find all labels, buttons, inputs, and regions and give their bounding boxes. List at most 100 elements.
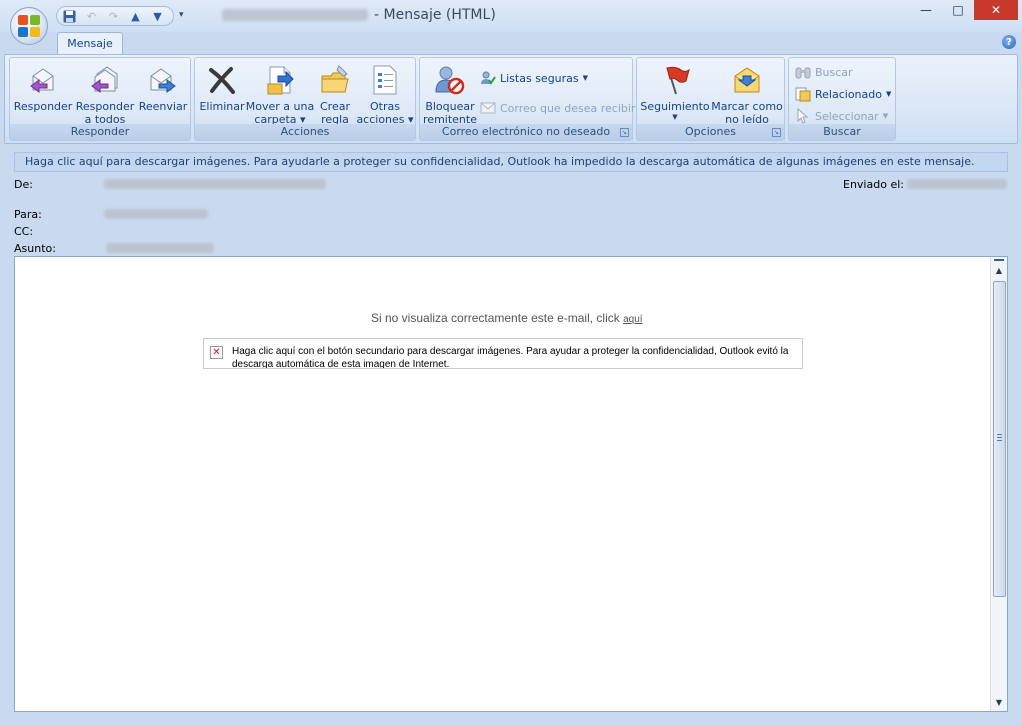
create-rule-icon bbox=[319, 64, 351, 96]
mark-unread-icon bbox=[731, 64, 763, 96]
chevron-down-icon: ▼ bbox=[882, 112, 889, 120]
message-body[interactable]: Si no visualiza correctamente este e-mai… bbox=[14, 256, 1008, 712]
related-icon bbox=[795, 86, 811, 102]
move-to-folder-button[interactable]: Mover a una carpeta ▾ bbox=[246, 60, 314, 126]
office-logo-icon bbox=[18, 15, 40, 37]
ribbon-tab-row: Mensaje ? bbox=[0, 32, 1022, 54]
chevron-down-icon: ▼ bbox=[582, 74, 589, 82]
window-controls: — □ ✕ bbox=[910, 0, 1018, 20]
group-label-buscar: Buscar bbox=[789, 124, 895, 140]
window-title-text: - Mensaje (HTML) bbox=[374, 7, 496, 23]
ribbon: Responder Responder a todos Reenviar Res… bbox=[4, 54, 1018, 144]
save-icon[interactable] bbox=[63, 10, 76, 23]
group-acciones: Eliminar Mover a una carpeta ▾ Crear reg… bbox=[194, 57, 416, 141]
related-button[interactable]: Relacionado ▼ bbox=[795, 86, 891, 102]
group-responder: Responder Responder a todos Reenviar Res… bbox=[9, 57, 191, 141]
split-box[interactable] bbox=[994, 259, 1004, 261]
customize-qat-icon[interactable]: ▾ bbox=[179, 10, 184, 20]
help-icon[interactable]: ? bbox=[1002, 35, 1016, 49]
view-online-notice: Si no visualiza correctamente este e-mai… bbox=[371, 311, 643, 325]
window-bottom-edge bbox=[0, 714, 1022, 726]
view-online-link[interactable]: aquí bbox=[623, 314, 642, 325]
chevron-down-icon: ▼ bbox=[672, 113, 678, 121]
redacted-subject-line bbox=[106, 243, 214, 253]
group-label-opciones: Opciones bbox=[637, 124, 784, 140]
chevron-down-icon: ▼ bbox=[885, 90, 892, 98]
forward-icon bbox=[147, 64, 179, 96]
mark-unread-button[interactable]: Marcar como no leído bbox=[711, 60, 783, 126]
minimize-button[interactable]: — bbox=[910, 0, 942, 20]
reply-icon bbox=[27, 64, 59, 96]
delete-x-icon bbox=[206, 64, 238, 96]
follow-up-button[interactable]: Seguimiento ▼ bbox=[640, 60, 710, 121]
safe-lists-label: Listas seguras bbox=[500, 71, 579, 85]
scroll-thumb[interactable] bbox=[993, 281, 1006, 597]
other-actions-icon bbox=[369, 64, 401, 96]
from-label: De: bbox=[14, 178, 33, 191]
select-label: Seleccionar bbox=[815, 109, 879, 123]
to-label: Para: bbox=[14, 208, 42, 221]
close-button[interactable]: ✕ bbox=[974, 0, 1018, 20]
forward-button[interactable]: Reenviar bbox=[138, 60, 188, 113]
move-to-folder-icon bbox=[264, 64, 296, 96]
group-opciones: Seguimiento ▼ Marcar como no leído Opcio… bbox=[636, 57, 785, 141]
safe-lists-icon bbox=[480, 70, 496, 86]
other-actions-button[interactable]: Otras acciones ▾ bbox=[356, 60, 414, 126]
redacted-sent-date bbox=[907, 179, 1007, 189]
scroll-down-icon[interactable]: ▼ bbox=[991, 695, 1007, 711]
broken-image-icon: ✕ bbox=[210, 346, 223, 359]
blocked-image-text: Haga clic aquí con el botón secundario p… bbox=[232, 346, 789, 369]
binoculars-icon bbox=[795, 64, 811, 80]
group-junk-email: Bloquear remitente Listas seguras ▼ Corr… bbox=[419, 57, 635, 141]
undo-icon[interactable]: ↶ bbox=[85, 10, 98, 23]
delete-button[interactable]: Eliminar bbox=[197, 60, 247, 113]
subject-label: Asunto: bbox=[14, 242, 56, 255]
find-label: Buscar bbox=[815, 65, 853, 79]
not-junk-label: Correo que desea recibir bbox=[500, 101, 636, 115]
maximize-button[interactable]: □ bbox=[942, 0, 974, 20]
not-junk-button[interactable]: Correo que desea recibir bbox=[480, 100, 635, 116]
follow-up-label: Seguimiento bbox=[640, 100, 710, 113]
view-online-text: Si no visualiza correctamente este e-mai… bbox=[371, 311, 620, 325]
redacted-to bbox=[104, 209, 208, 219]
scroll-up-icon[interactable]: ▲ bbox=[991, 263, 1007, 279]
reply-all-icon bbox=[89, 64, 121, 96]
forward-label: Reenviar bbox=[138, 100, 188, 113]
not-junk-icon bbox=[480, 100, 496, 116]
create-rule-label-1: Crear bbox=[320, 100, 350, 113]
select-button[interactable]: Seleccionar ▼ bbox=[795, 107, 889, 124]
previous-item-icon[interactable]: ▲ bbox=[129, 10, 142, 23]
mark-unread-label-1: Marcar como bbox=[711, 100, 783, 113]
reply-button[interactable]: Responder bbox=[14, 60, 72, 113]
other-actions-label-1: Otras bbox=[370, 100, 400, 113]
redo-icon[interactable]: ↷ bbox=[107, 10, 120, 23]
reply-label-1: Responder bbox=[13, 100, 73, 113]
group-label-responder: Responder bbox=[10, 124, 190, 140]
tab-mensaje[interactable]: Mensaje bbox=[57, 32, 123, 54]
office-button[interactable] bbox=[10, 7, 48, 45]
cursor-icon bbox=[795, 107, 811, 124]
vertical-scrollbar[interactable]: ▲ ▼ bbox=[990, 257, 1007, 711]
quick-access-toolbar: ↶ ↷ ▲ ▼ bbox=[56, 6, 174, 26]
block-sender-label-1: Bloquear bbox=[425, 100, 475, 113]
create-rule-button[interactable]: Crear regla bbox=[313, 60, 357, 126]
dialog-launcher-icon[interactable]: ↘ bbox=[620, 128, 629, 137]
blocked-images-infobar[interactable]: Haga clic aquí para descargar imágenes. … bbox=[14, 152, 1008, 172]
next-item-icon[interactable]: ▼ bbox=[151, 10, 164, 23]
sent-label: Enviado el: bbox=[843, 178, 904, 191]
reply-all-button[interactable]: Responder a todos bbox=[76, 60, 134, 126]
find-button[interactable]: Buscar bbox=[795, 64, 853, 80]
redacted-subject bbox=[222, 9, 368, 21]
delete-label: Eliminar bbox=[199, 100, 245, 113]
dialog-launcher-icon[interactable]: ↘ bbox=[772, 128, 781, 137]
blocked-image-placeholder[interactable]: ✕ Haga clic aquí con el botón secundario… bbox=[203, 338, 803, 369]
group-buscar: Buscar Relacionado ▼ Seleccionar ▼ Busca… bbox=[788, 57, 896, 141]
window-title: - Mensaje (HTML) bbox=[222, 7, 496, 23]
block-sender-button[interactable]: Bloquear remitente bbox=[423, 60, 477, 126]
follow-up-flag-icon bbox=[659, 64, 691, 96]
safe-lists-button[interactable]: Listas seguras ▼ bbox=[480, 70, 588, 86]
related-label: Relacionado bbox=[815, 87, 882, 101]
group-label-acciones: Acciones bbox=[195, 124, 415, 140]
reply-all-label-1: Responder bbox=[75, 100, 135, 113]
block-sender-icon bbox=[434, 64, 466, 96]
